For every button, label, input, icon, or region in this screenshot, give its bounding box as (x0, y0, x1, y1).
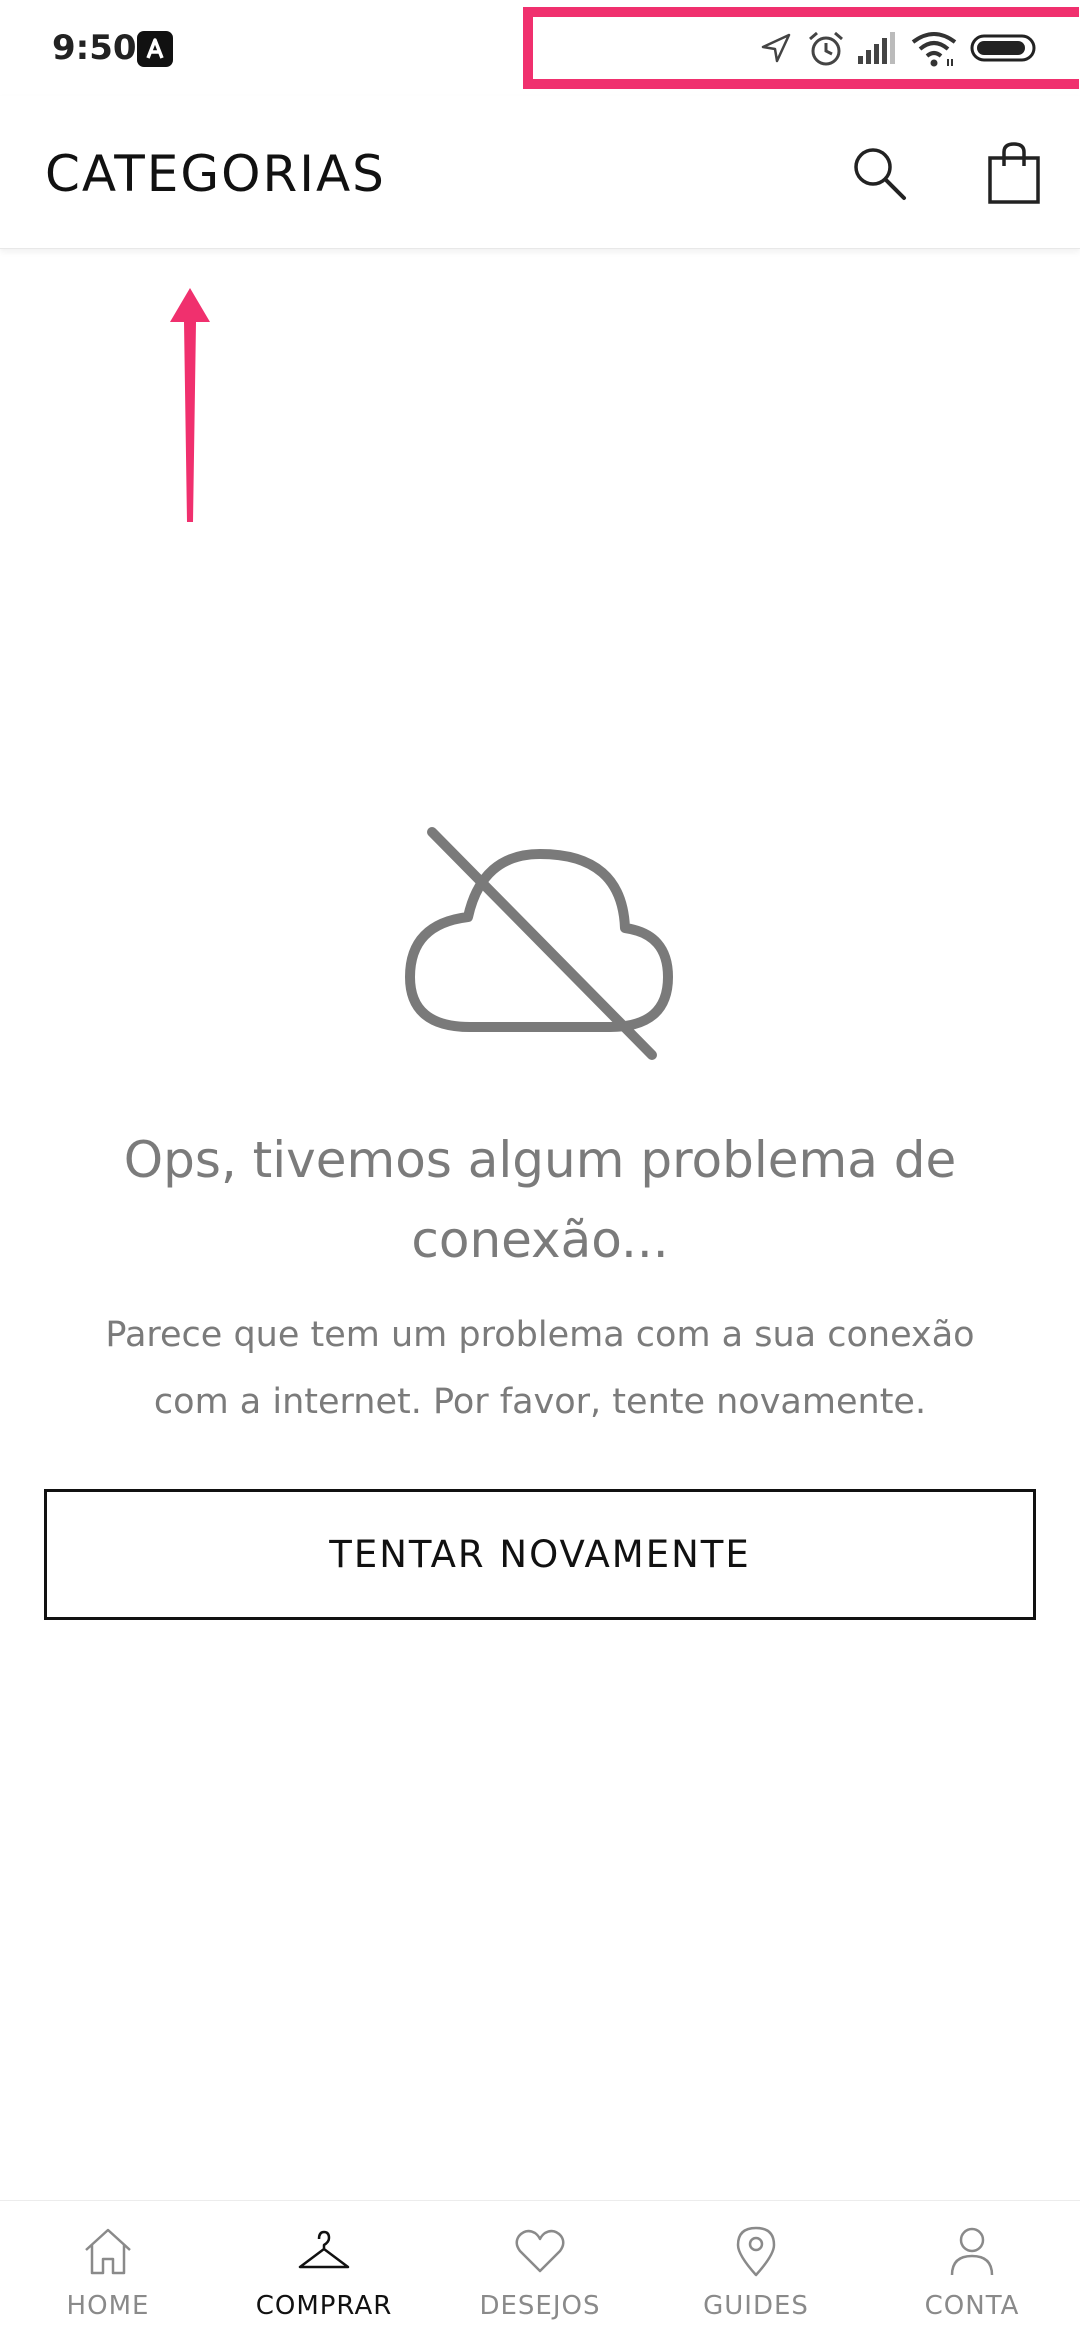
nav-label-home: HOME (66, 2291, 150, 2321)
annotation-arrow-icon (160, 280, 220, 530)
bottom-navigation: HOME COMPRAR DESEJOS GUIDES CONTA (0, 2200, 1080, 2340)
hanger-icon (298, 2230, 350, 2269)
cloud-off-icon (400, 822, 680, 1062)
map-pin-icon (736, 2226, 776, 2277)
nav-item-comprar[interactable]: COMPRAR (216, 2201, 432, 2340)
error-message-line: com a internet. Por favor, tente novamen… (153, 1382, 927, 1422)
app-notification-icon (137, 31, 173, 67)
home-icon (85, 2228, 131, 2275)
error-message-line: Parece que tem um problema com a sua con… (105, 1315, 975, 1355)
wifi-icon (910, 30, 958, 72)
user-icon (950, 2227, 994, 2276)
status-time: 9:50 (52, 28, 137, 68)
battery-icon (970, 30, 1040, 70)
nav-label-conta: CONTA (924, 2291, 1020, 2321)
nav-label-desejos: DESEJOS (479, 2291, 601, 2321)
alarm-icon (806, 30, 846, 72)
location-icon (758, 30, 794, 70)
nav-item-guides[interactable]: GUIDES (648, 2201, 864, 2340)
nav-label-guides: GUIDES (703, 2291, 809, 2321)
nav-item-conta[interactable]: CONTA (864, 2201, 1080, 2340)
nav-item-desejos[interactable]: DESEJOS (432, 2201, 648, 2340)
nav-item-home[interactable]: HOME (0, 2201, 216, 2340)
heart-icon (515, 2229, 565, 2273)
screen: 9:50 CATEGORIAS Ops, tivemos algum probl… (0, 0, 1080, 2340)
app-header: CATEGORIAS (0, 96, 1080, 249)
retry-button-label: TENTAR NOVAMENTE (329, 1533, 751, 1576)
page-title: CATEGORIAS (45, 145, 386, 203)
error-title: Ops, tivemos algum problema de conexão..… (40, 1120, 1040, 1280)
error-title-line: conexão... (411, 1211, 669, 1269)
retry-button[interactable]: TENTAR NOVAMENTE (44, 1489, 1036, 1620)
error-message: Parece que tem um problema com a sua con… (40, 1302, 1040, 1436)
signal-icon (856, 30, 898, 70)
error-title-line: Ops, tivemos algum problema de (123, 1131, 957, 1189)
shopping-bag-icon[interactable] (982, 140, 1046, 206)
status-bar: 9:50 (0, 0, 1080, 96)
nav-label-comprar: COMPRAR (255, 2291, 393, 2321)
search-icon[interactable] (848, 142, 912, 206)
